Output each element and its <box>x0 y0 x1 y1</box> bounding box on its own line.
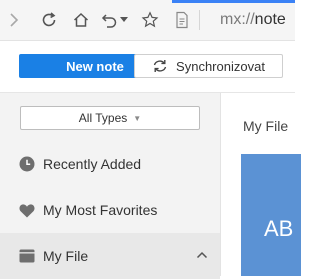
sync-label: Synchronizovat <box>176 58 265 74</box>
dropdown-caret-icon[interactable] <box>118 9 130 31</box>
sidebar-item-label: My Most Favorites <box>43 202 158 218</box>
sidebar-item-my-file[interactable]: My File <box>0 233 220 279</box>
synchronize-button[interactable]: Synchronizovat <box>134 54 283 78</box>
chevron-up-icon[interactable] <box>196 247 208 265</box>
sidebar-divider <box>220 93 221 276</box>
reload-icon[interactable] <box>38 9 60 31</box>
type-filter-select[interactable]: All Types ▼ <box>20 106 200 130</box>
sidebar-item-label: My File <box>43 248 89 264</box>
url-scheme: mx:// <box>220 11 255 28</box>
sidebar-item-favorites[interactable]: My Most Favorites <box>0 187 220 233</box>
folder-icon <box>19 248 35 264</box>
sidebar-item-label: Recently Added <box>43 156 142 172</box>
url-host: note <box>254 11 286 28</box>
chevron-down-icon: ▼ <box>133 113 142 123</box>
star-icon[interactable] <box>139 9 161 31</box>
clock-icon <box>19 156 35 172</box>
type-filter-label: All Types <box>78 111 128 125</box>
page-load-progress <box>172 0 295 3</box>
heart-icon <box>19 202 35 218</box>
breadcrumb: My File <box>243 118 289 134</box>
toolbar-divider <box>0 40 295 41</box>
page-icon[interactable] <box>171 9 193 31</box>
home-icon[interactable] <box>70 9 92 31</box>
sync-icon <box>152 59 168 73</box>
note-card-title: AB <box>264 216 294 241</box>
note-card[interactable]: AB <box>241 154 301 276</box>
forward-icon[interactable] <box>3 9 25 31</box>
toolbar-separator <box>199 10 200 30</box>
new-note-label: New note <box>66 58 124 74</box>
sidebar-item-recently-added[interactable]: Recently Added <box>0 141 220 187</box>
address-bar[interactable]: mx://note <box>220 11 286 29</box>
